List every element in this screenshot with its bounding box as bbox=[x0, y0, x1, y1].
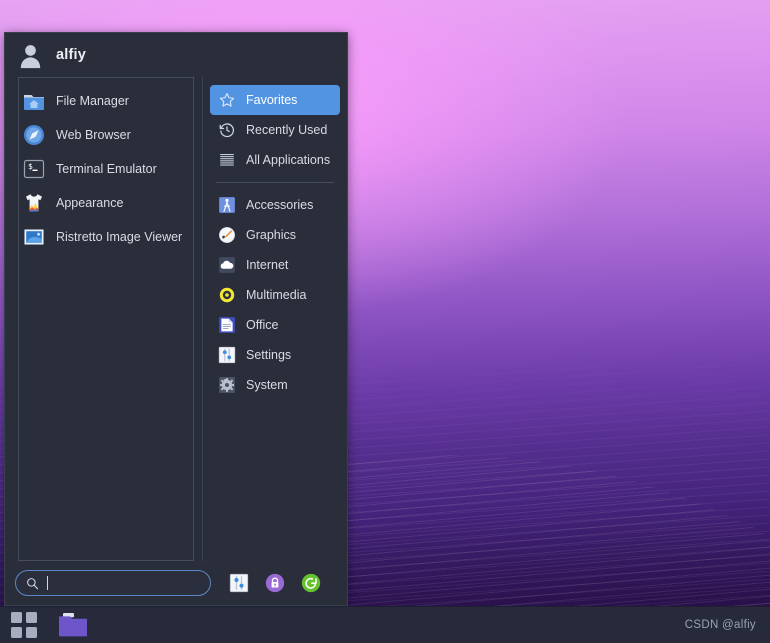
category-label: Settings bbox=[246, 348, 292, 362]
menu-footer bbox=[5, 561, 347, 605]
desktop-screen: alfiy File Manager Web Browser $ Termina… bbox=[0, 0, 770, 643]
favorite-item-file-manager[interactable]: File Manager bbox=[19, 84, 193, 118]
web-browser-icon bbox=[22, 123, 46, 147]
favorite-label: Web Browser bbox=[56, 128, 131, 142]
category-item-multimedia[interactable]: Multimedia bbox=[210, 280, 340, 310]
history-clock-icon bbox=[218, 121, 236, 139]
category-item-system[interactable]: System bbox=[210, 370, 340, 400]
log-out-button[interactable] bbox=[301, 573, 321, 593]
file-manager-taskbar-button[interactable] bbox=[56, 611, 90, 639]
category-label: Favorites bbox=[246, 93, 298, 107]
accessories-icon bbox=[218, 196, 236, 214]
favorite-item-ristretto-image-viewer[interactable]: Ristretto Image Viewer bbox=[19, 220, 193, 254]
multimedia-disc-icon bbox=[218, 286, 236, 304]
category-item-all-applications[interactable]: All Applications bbox=[210, 145, 340, 175]
footer-actions bbox=[229, 573, 335, 593]
category-label: System bbox=[246, 378, 288, 392]
category-item-graphics[interactable]: Graphics bbox=[210, 220, 340, 250]
category-item-recently-used[interactable]: Recently Used bbox=[210, 115, 340, 145]
favorites-column: File Manager Web Browser $ Terminal Emul… bbox=[5, 77, 203, 561]
system-gear-icon bbox=[218, 376, 236, 394]
star-icon bbox=[218, 91, 236, 109]
favorite-label: Ristretto Image Viewer bbox=[56, 230, 183, 244]
terminal-icon: $ bbox=[22, 157, 46, 181]
category-item-internet[interactable]: Internet bbox=[210, 250, 340, 280]
favorite-item-appearance[interactable]: Appearance bbox=[19, 186, 193, 220]
category-divider bbox=[216, 182, 334, 183]
applications-menu-launcher[interactable] bbox=[10, 611, 38, 639]
menu-body: File Manager Web Browser $ Terminal Emul… bbox=[5, 77, 347, 561]
settings-sliders-icon bbox=[218, 346, 236, 364]
categories-column: Favorites Recently Used All Applications… bbox=[203, 77, 347, 561]
settings-manager-button[interactable] bbox=[229, 573, 249, 593]
favorite-label: Appearance bbox=[56, 196, 124, 210]
category-label: Recently Used bbox=[246, 123, 328, 137]
category-label: Office bbox=[246, 318, 279, 332]
favorite-label: Terminal Emulator bbox=[56, 162, 157, 176]
graphics-palette-icon bbox=[218, 226, 236, 244]
file-manager-icon bbox=[22, 89, 46, 113]
category-label: Multimedia bbox=[246, 288, 307, 302]
search-icon bbox=[26, 577, 39, 590]
taskbar: CSDN @alfiy bbox=[0, 606, 770, 643]
svg-text:$: $ bbox=[28, 162, 33, 171]
user-name-label: alfiy bbox=[56, 47, 87, 63]
watermark-label: CSDN @alfiy bbox=[684, 619, 756, 631]
category-item-favorites[interactable]: Favorites bbox=[210, 85, 340, 115]
user-avatar-icon bbox=[17, 42, 44, 69]
category-label: Accessories bbox=[246, 198, 314, 212]
internet-cloud-icon bbox=[218, 256, 236, 274]
category-label: All Applications bbox=[246, 153, 331, 167]
favorite-label: File Manager bbox=[56, 94, 129, 108]
application-menu-window: alfiy File Manager Web Browser $ Termina… bbox=[4, 32, 348, 606]
search-box[interactable] bbox=[15, 570, 211, 596]
image-viewer-icon bbox=[22, 225, 46, 249]
menu-header: alfiy bbox=[5, 33, 347, 77]
office-document-icon bbox=[218, 316, 236, 334]
appearance-tshirt-icon bbox=[22, 191, 46, 215]
category-item-office[interactable]: Office bbox=[210, 310, 340, 340]
search-input[interactable] bbox=[47, 576, 200, 590]
category-label: Graphics bbox=[246, 228, 297, 242]
category-item-settings[interactable]: Settings bbox=[210, 340, 340, 370]
category-label: Internet bbox=[246, 258, 289, 272]
favorite-item-web-browser[interactable]: Web Browser bbox=[19, 118, 193, 152]
list-lines-icon bbox=[218, 151, 236, 169]
category-item-accessories[interactable]: Accessories bbox=[210, 190, 340, 220]
favorite-item-terminal-emulator[interactable]: $ Terminal Emulator bbox=[19, 152, 193, 186]
favorites-list: File Manager Web Browser $ Terminal Emul… bbox=[18, 77, 194, 561]
lock-screen-button[interactable] bbox=[265, 573, 285, 593]
